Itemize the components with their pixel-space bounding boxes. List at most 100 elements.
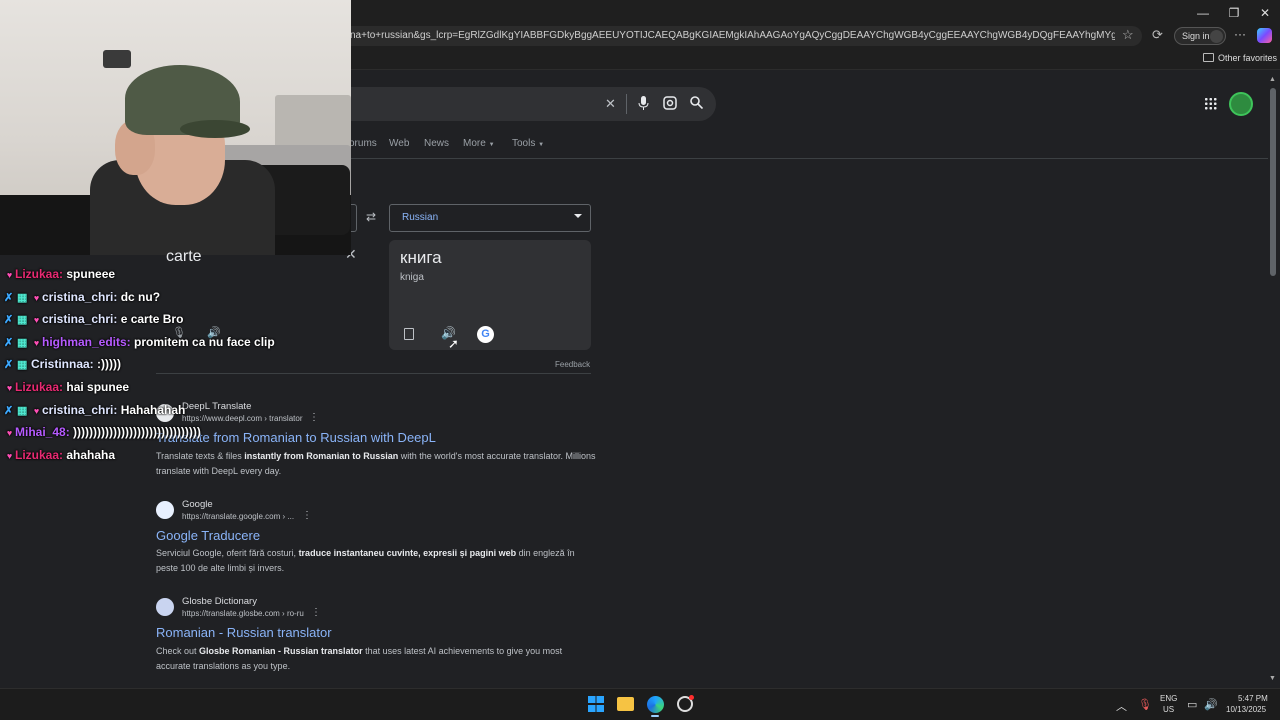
file-explorer-icon[interactable] xyxy=(617,697,634,711)
chat-text: promitem ca nu face clip xyxy=(134,335,275,349)
sword-badge-icon: ✗ xyxy=(4,314,14,326)
heart-badge-icon: ♥ xyxy=(6,428,13,438)
scroll-up-icon[interactable]: ▲ xyxy=(1269,76,1276,83)
chat-text: e carte Bro xyxy=(120,312,184,326)
favorite-star-icon[interactable]: ☆ xyxy=(1122,27,1134,43)
other-favorites-link[interactable]: Other favorites xyxy=(1218,53,1277,63)
edge-browser-icon[interactable] xyxy=(647,696,664,713)
heart-badge-icon: ♥ xyxy=(33,406,40,416)
tab-forums[interactable]: orums xyxy=(349,138,377,149)
account-avatar[interactable] xyxy=(1229,92,1253,116)
input-language-top[interactable]: ENG xyxy=(1160,694,1177,703)
chat-text: :))))) xyxy=(97,357,121,371)
chat-text: hai spunee xyxy=(66,380,130,394)
result-menu-icon[interactable]: ⋮ xyxy=(309,412,319,423)
chat-message: ✗ ▦ ♥ cristina_chri: dc nu? xyxy=(4,290,160,304)
result-snippet: Translate texts & files instantly from R… xyxy=(156,451,596,476)
copy-icon[interactable] xyxy=(404,328,414,340)
subscriber-badge-icon: ▦ xyxy=(17,314,28,326)
heart-badge-icon: ♥ xyxy=(33,293,40,303)
heart-badge-icon: ♥ xyxy=(6,270,13,280)
tab-web[interactable]: Web xyxy=(389,138,409,149)
chat-username: cristina_chri: xyxy=(42,403,121,417)
network-icon[interactable]: ▭ xyxy=(1187,698,1197,711)
result-url[interactable]: https://translate.google.com › ... xyxy=(182,512,294,521)
feedback-link[interactable]: Feedback xyxy=(555,360,590,369)
more-menu-icon[interactable]: ··· xyxy=(1234,27,1246,41)
google-apps-icon[interactable] xyxy=(1204,97,1217,110)
chat-message: ✗ ▦ ♥ highman_edits: promitem ca nu face cl… xyxy=(4,335,275,349)
source-text[interactable]: carte xyxy=(166,248,202,266)
heart-badge-icon: ♥ xyxy=(33,338,40,348)
address-bar-text[interactable]: na+to+russian&gs_lcrp=EgRlZGdlKgYIABBFGD… xyxy=(350,30,1115,41)
feedback-divider xyxy=(156,373,591,374)
result-site-name[interactable]: DeepL Translate xyxy=(182,401,251,412)
chat-text: )))))))))))))))))))))))))))))))) xyxy=(73,425,201,439)
minimize-button[interactable]: — xyxy=(1188,4,1218,22)
folder-icon xyxy=(1203,53,1214,62)
caret-down-icon: ▼ xyxy=(538,142,545,148)
result-site-name[interactable]: Google xyxy=(182,499,213,510)
windows-start-icon[interactable] xyxy=(588,696,604,712)
scrollbar-thumb[interactable] xyxy=(1270,88,1276,276)
refresh-icon[interactable]: ⟳ xyxy=(1152,27,1163,43)
result-site-name[interactable]: Glosbe Dictionary xyxy=(182,596,257,607)
close-window-button[interactable]: ✕ xyxy=(1250,4,1280,22)
webcam-wall-object xyxy=(103,50,131,68)
result-snippet: Check out Glosbe Romanian - Russian tran… xyxy=(156,646,563,671)
sign-in-label: Sign in xyxy=(1182,31,1210,41)
result-menu-icon[interactable]: ⋮ xyxy=(302,510,312,521)
sword-badge-icon: ✗ xyxy=(4,405,14,417)
mic-tray-icon[interactable]: 🎙 xyxy=(1138,698,1152,711)
heart-badge-icon: ♥ xyxy=(6,451,13,461)
dropdown-caret-icon xyxy=(574,214,582,218)
search-input[interactable] xyxy=(340,87,716,121)
clear-search-icon[interactable]: ✕ xyxy=(605,96,616,112)
scroll-down-icon[interactable]: ▼ xyxy=(1269,675,1276,682)
tab-more[interactable]: More ▼ xyxy=(463,138,495,149)
chat-message: ✗ ▦ ♥ cristina_chri: Hahahahah xyxy=(4,403,185,417)
clock-time[interactable]: 5:47 PM xyxy=(1238,694,1268,703)
sword-badge-icon: ✗ xyxy=(4,337,14,349)
chat-message: ✗ ▦ ♥ cristina_chri: e carte Bro xyxy=(4,312,183,326)
volume-icon[interactable]: 🔊 xyxy=(1204,698,1218,711)
chat-message: ♥ Lizukaa: hai spunee xyxy=(4,380,129,394)
result-snippet: Serviciul Google, oferit fără costuri, t… xyxy=(156,548,575,573)
subscriber-badge-icon: ▦ xyxy=(17,405,28,417)
google-favicon-icon xyxy=(156,501,174,519)
screen: — ❐ ✕ na+to+russian&gs_lcrp=EgRlZGdlKgYI… xyxy=(0,0,1280,720)
lens-search-icon[interactable] xyxy=(663,96,677,113)
heart-badge-icon: ♥ xyxy=(33,315,40,325)
voice-search-icon[interactable] xyxy=(638,96,649,113)
clock-date[interactable]: 10/13/2025 xyxy=(1226,705,1266,714)
chat-username: Lizukaa: xyxy=(15,267,67,281)
input-language-bottom[interactable]: US xyxy=(1163,705,1174,714)
result-title-link[interactable]: Google Traducere xyxy=(156,528,260,543)
webcam-cap-brim xyxy=(180,120,250,138)
chat-message: ♥ Lizukaa: spuneee xyxy=(4,267,115,281)
chat-text: Hahahahah xyxy=(120,403,186,417)
restore-button[interactable]: ❐ xyxy=(1219,4,1249,22)
glosbe-favicon-icon xyxy=(156,598,174,616)
search-divider xyxy=(626,94,627,114)
tab-news[interactable]: News xyxy=(424,138,449,149)
copilot-icon[interactable] xyxy=(1257,28,1272,43)
tab-tools[interactable]: Tools ▼ xyxy=(512,138,544,149)
chat-username: Mihai_48: xyxy=(15,425,74,439)
result-url[interactable]: https://translate.glosbe.com › ro-ru xyxy=(182,609,304,618)
result-url[interactable]: https://www.deepl.com › translator xyxy=(182,414,303,423)
chat-username: Lizukaa: xyxy=(15,380,67,394)
tabs-divider xyxy=(340,158,1270,159)
subscriber-badge-icon: ▦ xyxy=(17,359,28,371)
sign-in-button[interactable]: Sign in xyxy=(1174,27,1226,45)
sword-badge-icon: ✗ xyxy=(4,359,14,371)
chat-username: Lizukaa: xyxy=(15,448,67,462)
active-app-indicator xyxy=(651,715,659,717)
result-menu-icon[interactable]: ⋮ xyxy=(311,607,321,618)
chat-username: cristina_chri: xyxy=(42,290,121,304)
tray-chevron-icon[interactable]: ︿ xyxy=(1116,698,1127,714)
swap-languages-icon[interactable]: ⇄ xyxy=(366,210,376,224)
google-translate-logo-icon[interactable]: G xyxy=(477,326,494,343)
result-title-link[interactable]: Romanian - Russian translator xyxy=(156,625,332,640)
search-icon[interactable] xyxy=(690,96,704,112)
